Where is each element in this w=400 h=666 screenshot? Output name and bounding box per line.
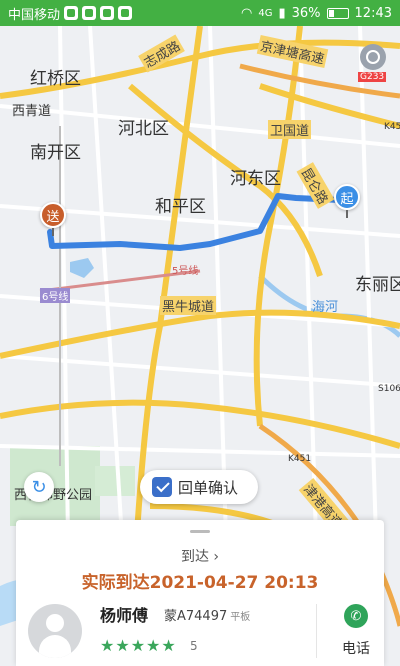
district-label: 红桥区	[30, 69, 81, 89]
road-label: 卫国道	[268, 120, 312, 139]
app-notification-icon-3	[100, 6, 115, 20]
signal-icon: ▮	[278, 5, 286, 21]
call-button[interactable]: ✆ 电话	[328, 596, 384, 666]
driver-name: 杨师傅	[100, 606, 149, 625]
app-notification-icon-4	[118, 6, 133, 20]
battery-percent: 36%	[291, 5, 321, 21]
highway-shield: K451	[288, 454, 312, 464]
drag-handle[interactable]	[190, 530, 210, 533]
metro-label: 6号线	[40, 288, 71, 303]
divider	[316, 604, 317, 658]
status-bar: 中国移动 ◠ 4G ▮ 36% 12:43	[0, 0, 400, 26]
end-pin[interactable]: 送	[40, 202, 66, 228]
driver-info: 杨师傅 蒙A74497 平板 ★★★★★ 5 ✆ 电话	[16, 596, 384, 666]
arrive-detail-link[interactable]: 到达 ›	[16, 546, 384, 566]
app-notification-icon-2	[82, 6, 97, 20]
rating-value: 5	[190, 639, 198, 653]
highway-shield: K451	[384, 122, 400, 132]
chevron-right-icon: ›	[213, 549, 220, 565]
road-label: 黑牛城道	[160, 296, 217, 315]
call-label: 电话	[342, 641, 370, 657]
star-rating-icon: ★★★★★	[100, 636, 177, 655]
river-label: 海河	[312, 300, 339, 315]
trip-card: 到达 › 实际到达2021-04-27 20:13 杨师傅 蒙A74497 平板 …	[16, 520, 384, 666]
clock: 12:43	[354, 5, 392, 21]
start-pin-tail	[346, 210, 348, 218]
receipt-confirm-label: 回单确认	[178, 478, 239, 497]
metro-label: 5号线	[172, 266, 199, 277]
wifi-icon: ◠	[241, 5, 253, 21]
carrier-label: 中国移动	[8, 7, 61, 23]
place-label: 西青道	[12, 104, 52, 119]
arrival-time: 实际到达2021-04-27 20:13	[81, 573, 319, 593]
district-label: 河北区	[118, 119, 169, 139]
network-type: 4G	[258, 7, 273, 19]
plate-number: 蒙A74497	[164, 609, 228, 624]
start-pin[interactable]: 起	[334, 184, 360, 210]
district-label: 东丽区	[355, 275, 400, 295]
locate-icon[interactable]	[360, 44, 386, 70]
battery-icon	[326, 7, 349, 19]
district-label: 南开区	[30, 143, 81, 163]
license-plate: 蒙A74497 平板	[164, 605, 250, 624]
receipt-icon	[152, 477, 172, 497]
receipt-confirm-button[interactable]: 回单确认	[140, 470, 258, 504]
arrive-link-label: 到达	[180, 549, 209, 565]
vehicle-type: 平板	[230, 612, 251, 623]
highway-shield: G233	[358, 72, 387, 82]
district-label: 和平区	[155, 197, 206, 217]
phone-icon: ✆	[344, 604, 368, 628]
highway-shield: S106	[378, 384, 400, 394]
end-pin-tail	[52, 228, 54, 236]
district-label: 河东区	[230, 169, 281, 189]
refresh-icon[interactable]: ↻	[24, 472, 54, 502]
avatar	[28, 604, 82, 658]
app-notification-icon	[64, 6, 79, 20]
